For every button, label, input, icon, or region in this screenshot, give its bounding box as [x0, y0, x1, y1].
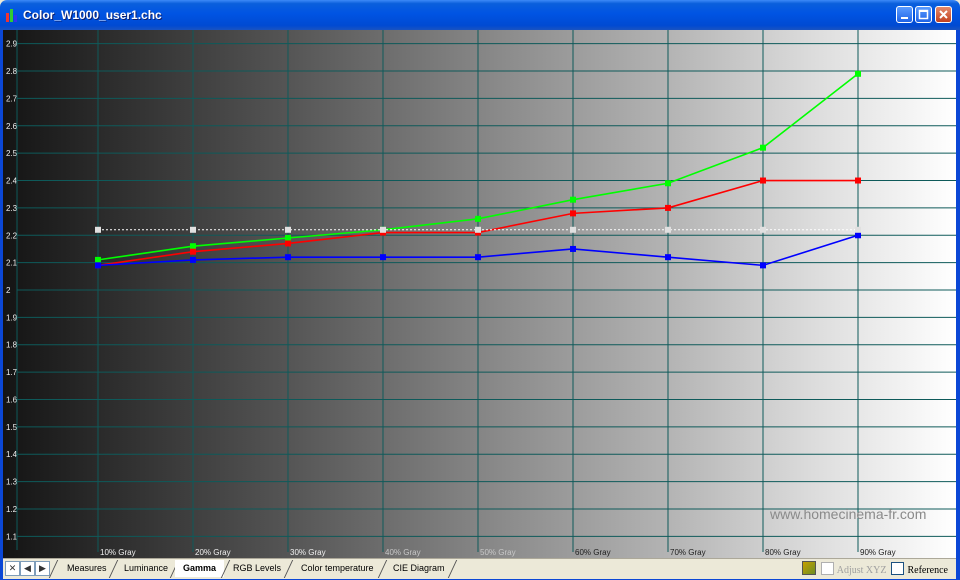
tab-scroll-right-button[interactable]: ▶ [35, 561, 50, 576]
data-point [760, 144, 766, 151]
x-tick-label: 90% Gray [860, 548, 896, 557]
maximize-button[interactable] [915, 6, 932, 23]
minimize-button[interactable] [896, 6, 913, 23]
data-point [190, 256, 196, 263]
data-point [285, 235, 291, 241]
data-point [855, 70, 861, 77]
data-point [285, 226, 291, 233]
gamma-chart: 2.9 2.8 2.7 2.6 2.5 2.4 2.3 2.2 2.1 2 1.9 1.8 1.7 1.6… [3, 30, 956, 558]
data-point [190, 226, 196, 233]
tab-gamma[interactable]: Gamma [175, 560, 225, 577]
maximize-icon [918, 9, 929, 20]
tab-luminance[interactable]: Luminance [116, 560, 176, 577]
adjust-xyz-checkbox[interactable] [820, 562, 834, 575]
data-point [380, 254, 386, 261]
y-tick-label: 2.6 [6, 122, 18, 131]
data-point [190, 248, 196, 255]
arrow-right-icon: ▶ [39, 563, 46, 573]
x-tick-label: 10% Gray [100, 548, 136, 557]
minimize-icon [901, 17, 908, 19]
data-point [570, 226, 576, 233]
data-point [665, 254, 671, 261]
y-tick-label: 1.8 [6, 341, 18, 350]
y-tick-label: 2.8 [6, 67, 18, 76]
arrow-left-icon: ◀ [24, 563, 31, 573]
y-tick-label: 2.9 [6, 40, 18, 49]
tab-scroll-left-button[interactable]: ◀ [20, 561, 35, 576]
data-point [475, 254, 481, 261]
close-x-icon: ✕ [8, 563, 17, 573]
gamma-chart-svg: 2.9 2.8 2.7 2.6 2.5 2.4 2.3 2.2 2.1 2 1.9 1.8 1.7 1.6… [6, 30, 956, 557]
x-tick-label: 50% Gray [480, 548, 516, 557]
x-tick-label: 40% Gray [385, 548, 421, 557]
data-point [190, 243, 196, 250]
close-icon [939, 10, 948, 19]
reference-checkbox[interactable] [891, 562, 905, 575]
y-tick-label: 1.7 [6, 368, 18, 377]
y-tick-label: 2.5 [6, 149, 18, 158]
data-point [665, 204, 671, 211]
data-point [760, 226, 766, 233]
data-point [855, 226, 861, 233]
y-tick-label: 1.3 [6, 478, 18, 487]
data-point [570, 245, 576, 252]
y-tick-label: 2.2 [6, 231, 18, 240]
data-point [855, 177, 861, 184]
y-tick-label: 1.2 [6, 505, 18, 514]
data-point [855, 232, 861, 239]
x-tick-label: 30% Gray [290, 548, 326, 557]
tab-color-temperature[interactable]: Color temperature [293, 560, 382, 577]
data-point [475, 226, 481, 233]
close-button[interactable] [935, 6, 952, 23]
y-tick-label: 2.1 [6, 259, 18, 268]
x-tick-label: 80% Gray [765, 548, 801, 557]
y-tick-label: 1.1 [6, 532, 18, 541]
data-point [665, 226, 671, 233]
tab-cie-diagram[interactable]: CIE Diagram [385, 560, 453, 577]
data-point [570, 210, 576, 217]
data-point [760, 177, 766, 184]
window-title: Color_W1000_user1.chc [23, 8, 162, 22]
data-point [95, 226, 101, 233]
sheet-tab-bar: ✕ ◀ ▶ Measures Luminance Gamma RGB Level… [3, 558, 956, 579]
reference-label: Reference [907, 565, 948, 576]
y-tick-label: 1.4 [6, 450, 18, 459]
app-chart-icon [6, 9, 20, 22]
close-view-button[interactable]: ✕ [5, 561, 20, 576]
adjust-xyz-icon[interactable] [802, 561, 817, 575]
data-point [380, 226, 386, 233]
data-point [285, 240, 291, 247]
tab-rgb-levels[interactable]: RGB Levels [225, 560, 289, 577]
y-tick-label: 2.4 [6, 177, 18, 186]
data-point [760, 262, 766, 269]
data-point [95, 262, 101, 269]
y-tick-label: 1.9 [6, 313, 18, 322]
right-tools: Adjust XYZ Reference [802, 561, 948, 576]
data-point [475, 215, 481, 222]
y-tick-label: 1.6 [6, 395, 18, 404]
y-tick-label: 2.7 [6, 94, 18, 103]
data-point [570, 196, 576, 203]
x-tick-label: 20% Gray [195, 548, 231, 557]
title-bar[interactable]: Color_W1000_user1.chc [0, 0, 960, 30]
data-point [285, 254, 291, 261]
x-tick-label: 70% Gray [670, 548, 706, 557]
tab-measures[interactable]: Measures [59, 560, 115, 577]
x-tick-label: 60% Gray [575, 548, 611, 557]
watermark: www.homecinema-fr.com [770, 506, 927, 522]
data-point [665, 180, 671, 187]
data-point [95, 256, 101, 263]
y-tick-label: 2 [6, 286, 11, 295]
tab-separator [48, 560, 59, 578]
adjust-xyz-label: Adjust XYZ [836, 565, 887, 576]
y-tick-label: 1.5 [6, 423, 18, 432]
y-tick-label: 2.3 [6, 204, 18, 213]
